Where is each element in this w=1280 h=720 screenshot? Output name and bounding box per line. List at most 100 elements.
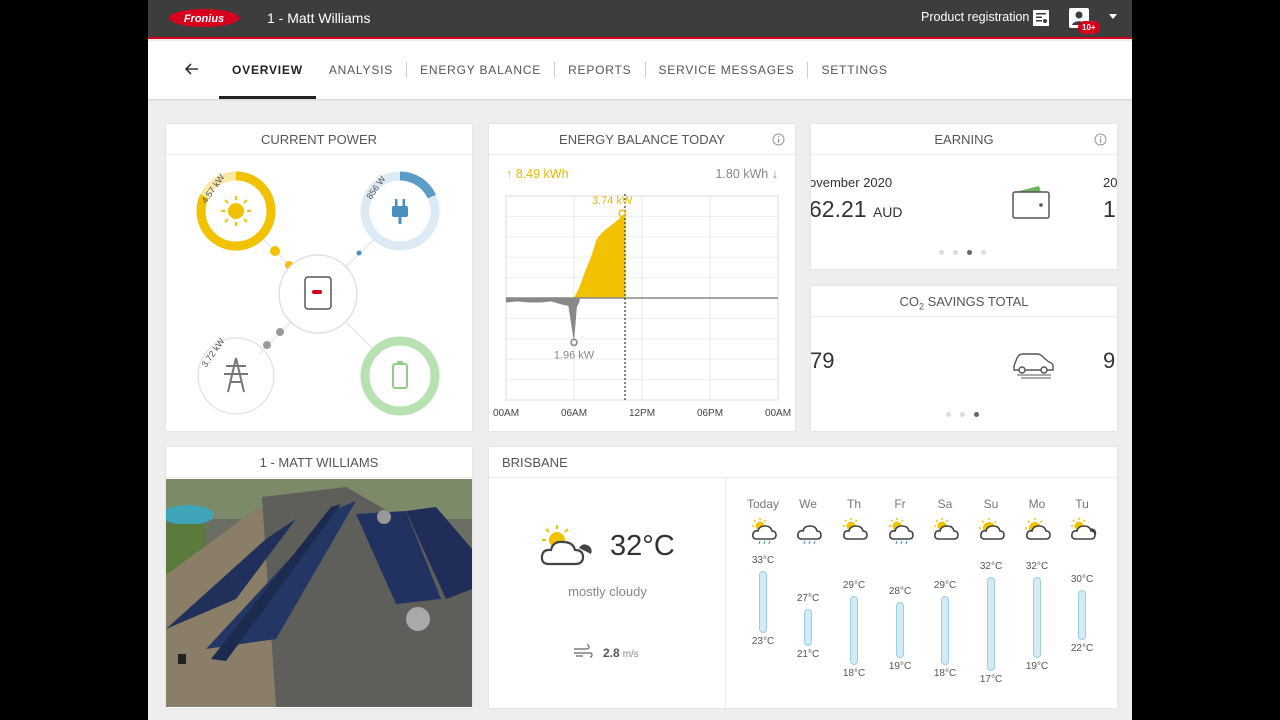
system-photo-card: 1 - MATT WILLIAMS xyxy=(166,447,472,708)
forecast-temp-range-bar xyxy=(987,577,995,671)
partly-sunny-rain-icon xyxy=(750,517,778,550)
tab-energy-balance[interactable]: ENERGY BALANCE xyxy=(407,41,554,99)
earning-amount: 62.21 xyxy=(811,196,867,222)
energy-balance-chart: 3.74 kW 1.96 kW 00AM 06AM 12PM 06PM 00AM xyxy=(493,194,791,419)
system-name[interactable]: 1 - Matt Williams xyxy=(267,10,370,26)
carousel-dot[interactable] xyxy=(939,250,944,255)
sun-icon xyxy=(228,203,244,219)
earning-card: EARNING ovember 2020 62.21 AUD 20 1, xyxy=(811,124,1117,269)
fronius-logo[interactable]: Fronius xyxy=(168,8,240,28)
weather-card: BRISBANE 32°C mostly cloudy 2.8 m/s Today… xyxy=(489,447,1117,708)
notification-badge[interactable]: 10+ xyxy=(1078,21,1100,34)
sunny-cloud-icon xyxy=(978,517,1006,550)
wind-icon xyxy=(574,644,593,658)
top-bar: Fronius 1 - Matt Williams Product regist… xyxy=(148,0,1132,39)
peak-label: 3.74 kW xyxy=(592,195,633,207)
carousel-dot-active[interactable] xyxy=(974,412,979,417)
flow-dot xyxy=(356,250,362,256)
carousel-dot[interactable] xyxy=(953,250,958,255)
peak-point xyxy=(618,209,626,217)
car-icon xyxy=(1013,353,1054,379)
earning-next-month: 20 xyxy=(1103,175,1117,190)
carousel-dots xyxy=(946,412,979,417)
min-label: 1.96 kW xyxy=(554,349,595,361)
x-tick-label: 00AM xyxy=(493,408,519,419)
current-power-card: CURRENT POWER 4.57 kW 856 W 3.72 kW xyxy=(166,124,472,431)
tab-settings[interactable]: SETTINGS xyxy=(808,41,900,99)
carousel-dot[interactable] xyxy=(981,250,986,255)
x-tick-label: 12PM xyxy=(629,408,655,419)
back-arrow-icon[interactable] xyxy=(184,61,200,77)
forecast-temp-range-bar xyxy=(759,571,767,634)
tab-service-messages[interactable]: SERVICE MESSAGES xyxy=(646,41,808,99)
min-point xyxy=(570,338,578,347)
carousel-dot[interactable] xyxy=(960,412,965,417)
energy-balance-card: ENERGY BALANCE TODAY ↑ 8.49 kWh 1.80 kWh… xyxy=(489,124,795,431)
rain-cloud-icon xyxy=(795,517,823,550)
forecast-low-temp: 17°C xyxy=(979,673,1003,685)
earning-value: 62.21 AUD xyxy=(811,196,903,223)
partly-sunny-icon xyxy=(841,517,869,550)
partly-sunny-icon xyxy=(932,517,960,550)
sunny-cloud-icon xyxy=(1024,517,1052,550)
app: Fronius 1 - Matt Williams Product regist… xyxy=(148,0,1132,720)
tab-reports[interactable]: REPORTS xyxy=(555,41,644,99)
inverter-node xyxy=(278,254,358,334)
forecast-high-temp: 32°C xyxy=(1025,561,1049,573)
forecast-day-label: Tu xyxy=(1075,497,1089,511)
forecast-temp-range-bar xyxy=(1033,577,1041,659)
earning-currency: AUD xyxy=(872,204,903,220)
card-title: 1 - MATT WILLIAMS xyxy=(166,447,472,478)
forecast-day-label: We xyxy=(799,497,817,511)
x-tick-label: 06PM xyxy=(697,408,723,419)
card-title: BRISBANE xyxy=(489,447,1117,478)
forecast-day-label: Sa xyxy=(937,497,953,511)
forecast-low-temp: 22°C xyxy=(1070,642,1094,654)
flow-dot xyxy=(270,246,280,256)
carousel-dot-active[interactable] xyxy=(967,250,972,255)
forecast-temp-range-bar xyxy=(850,596,858,665)
chevron-down-icon[interactable] xyxy=(1109,14,1117,19)
co2-savings-card: CO2 SAVINGS TOTAL 79 9 xyxy=(811,286,1117,431)
tab-analysis[interactable]: ANALYSIS xyxy=(316,41,406,99)
roof-solar-photo[interactable] xyxy=(166,479,472,707)
tab-list: OVERVIEW ANALYSIS ENERGY BALANCE REPORTS… xyxy=(219,41,901,99)
battery-ring xyxy=(360,336,440,416)
forecast-day-label: Today xyxy=(746,497,780,511)
product-registration-link[interactable]: Product registration xyxy=(921,10,1029,24)
registration-icon[interactable] xyxy=(1031,8,1051,28)
co2-value: 79 xyxy=(811,348,835,373)
forecast-high-temp: 32°C xyxy=(979,561,1003,573)
forecast-high-temp: 29°C xyxy=(933,580,957,592)
forecast-day-label: Mo xyxy=(1028,497,1046,511)
x-tick-label: 06AM xyxy=(561,408,587,419)
svg-text:Fronius: Fronius xyxy=(184,13,224,25)
earning-next-value: 1, xyxy=(1103,196,1117,222)
wind-info: 2.8 m/s xyxy=(574,644,639,660)
current-weather: 32°C mostly cloudy 2.8 m/s xyxy=(489,478,726,708)
earning-month: ovember 2020 xyxy=(811,175,893,190)
card-title: CO2 SAVINGS TOTAL xyxy=(811,286,1117,317)
forecast-low-temp: 23°C xyxy=(751,636,775,648)
sun-cloud-icon xyxy=(540,525,592,566)
x-tick-label: 00AM xyxy=(765,408,791,419)
forecast-high-temp: 33°C xyxy=(751,555,775,567)
flow-dot xyxy=(263,341,271,349)
carousel-dot[interactable] xyxy=(946,412,951,417)
forecast-temp-range-bar xyxy=(896,602,904,659)
info-icon[interactable] xyxy=(1094,133,1107,146)
co2-next-value: 9 xyxy=(1103,348,1116,373)
forecast-low-temp: 18°C xyxy=(842,667,866,679)
forecast-temp-range-bar xyxy=(941,596,949,665)
consumption-area xyxy=(506,298,580,343)
forecast-temp-range-bar xyxy=(1078,589,1086,640)
flow-dot xyxy=(276,328,284,336)
forecast-day-label: Th xyxy=(846,497,861,511)
card-title: EARNING xyxy=(811,124,1117,155)
card-title: CURRENT POWER xyxy=(166,124,472,155)
nav-bar: OVERVIEW ANALYSIS ENERGY BALANCE REPORTS… xyxy=(148,41,1132,99)
forecast-high-temp: 30°C xyxy=(1070,573,1094,585)
forecast-low-temp: 21°C xyxy=(796,648,820,660)
tab-overview[interactable]: OVERVIEW xyxy=(219,41,316,99)
forecast-low-temp: 19°C xyxy=(1025,661,1049,673)
